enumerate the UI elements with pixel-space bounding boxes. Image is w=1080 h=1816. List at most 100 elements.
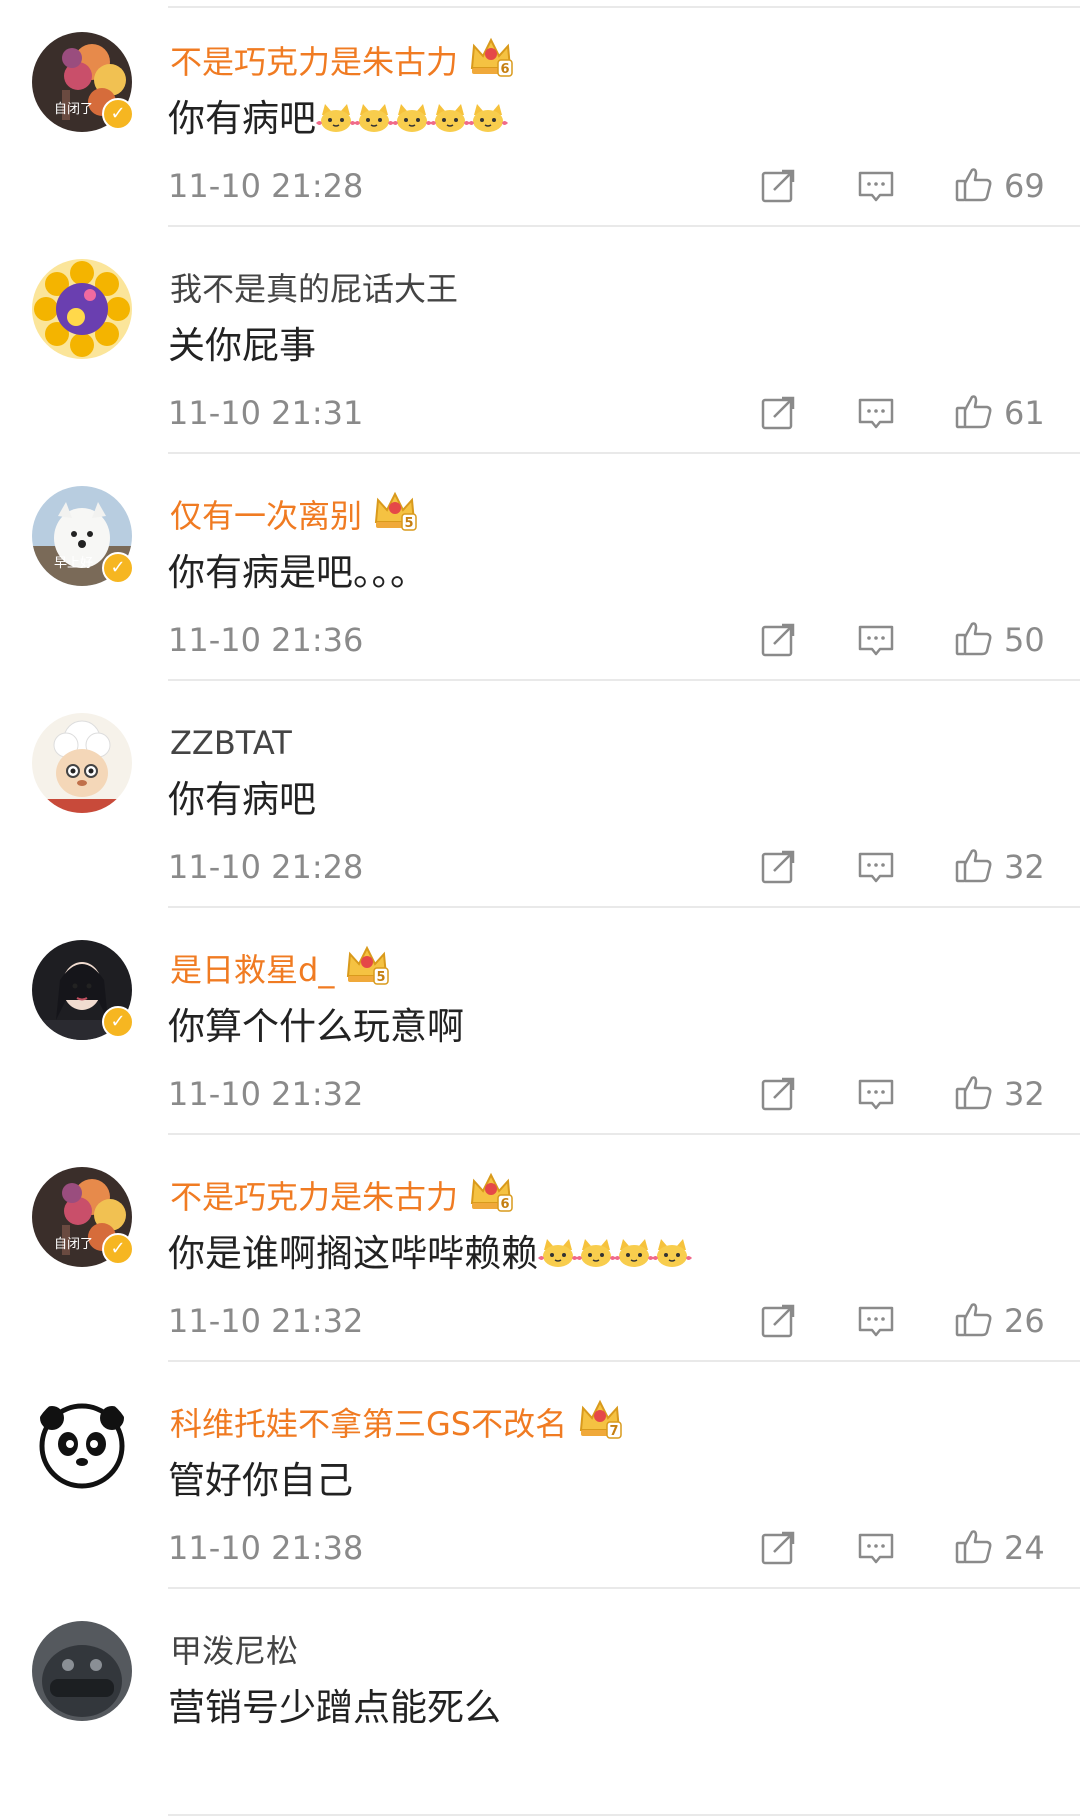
avatar-overlay-text: 早上好 [54, 556, 94, 571]
comment-body: 管好你自己 [168, 1459, 353, 1502]
username-link[interactable]: 不是巧克力是朱古力 [170, 42, 458, 82]
thumbs-up-icon [954, 164, 994, 208]
share-button[interactable] [758, 166, 798, 206]
svg-text:5: 5 [404, 516, 413, 531]
avatar[interactable]: 早上好 ✓ [32, 486, 134, 586]
like-button[interactable]: 69 [954, 166, 1064, 206]
comment-item[interactable]: 甲泼尼松营销号少蹭点能死么 [0, 1589, 1080, 1816]
comment-text: 管好你自己 [168, 1458, 353, 1504]
comment-icon [856, 171, 896, 210]
comment-text: 你有病吧 [168, 777, 316, 823]
verified-badge-icon: ✓ [102, 1006, 134, 1038]
comment-icon [856, 852, 896, 891]
like-button[interactable]: 26 [954, 1301, 1064, 1341]
comment-item[interactable]: 自闭了 ✓ 不是巧克力是朱古力 6 你是谁啊搁这哔哔赖赖 11-10 21:32 26 [0, 1135, 1080, 1362]
cat-emoji-icon [468, 101, 508, 137]
cat-emoji-icon [614, 1236, 654, 1272]
like-button[interactable]: 24 [954, 1528, 1064, 1568]
avatar[interactable] [32, 1394, 132, 1494]
comment-timestamp: 11-10 21:28 [168, 167, 364, 205]
vip-crown-icon: 7 [577, 1396, 623, 1442]
cat-emoji-icon [354, 101, 394, 137]
avatar[interactable] [32, 1621, 132, 1721]
comment-text: 你有病是吧。。。 [168, 550, 427, 596]
comment-icon [856, 1306, 896, 1345]
avatar-image [32, 1394, 132, 1494]
comment-item[interactable]: 自闭了 ✓ 不是巧克力是朱古力 6 你有病吧 11-10 21:28 69 [0, 0, 1080, 227]
verified-badge-icon: ✓ [102, 98, 134, 130]
share-icon [758, 1304, 798, 1345]
comment-item[interactable]: 科维托娃不拿第三GS不改名 7 管好你自己 11-10 21:38 24 [0, 1362, 1080, 1589]
reply-button[interactable] [856, 1301, 896, 1341]
vip-crown-icon: 5 [372, 488, 418, 534]
thumbs-up-icon [954, 1072, 994, 1116]
verified-badge-icon: ✓ [102, 1233, 134, 1265]
emoji-group [316, 101, 508, 137]
comment-text: 营销号少蹭点能死么 [168, 1685, 501, 1731]
thumbs-up-icon [954, 618, 994, 662]
reply-button[interactable] [856, 393, 896, 433]
like-count: 32 [1004, 848, 1045, 886]
avatar[interactable]: ✓ [32, 940, 134, 1040]
comment-text: 关你屁事 [168, 323, 316, 369]
comment-body: 你是谁啊搁这哔哔赖赖 [168, 1232, 538, 1275]
like-count: 32 [1004, 1075, 1045, 1113]
avatar[interactable]: 自闭了 ✓ [32, 1167, 134, 1267]
reply-button[interactable] [856, 1074, 896, 1114]
share-button[interactable] [758, 1301, 798, 1341]
username-link[interactable]: 是日救星d_ [170, 950, 334, 990]
comment-timestamp: 11-10 21:38 [168, 1529, 364, 1567]
share-icon [758, 396, 798, 437]
reply-button[interactable] [856, 1528, 896, 1568]
comment-timestamp: 11-10 21:32 [168, 1075, 364, 1113]
avatar[interactable]: 自闭了 ✓ [32, 32, 134, 132]
share-icon [758, 169, 798, 210]
like-button[interactable]: 32 [954, 1074, 1064, 1114]
comment-item[interactable]: 我不是真的屁话大王 关你屁事 11-10 21:31 61 [0, 227, 1080, 454]
comment-icon [856, 1079, 896, 1118]
comment-body: 你有病吧 [168, 97, 316, 140]
like-count: 61 [1004, 394, 1045, 432]
share-button[interactable] [758, 1074, 798, 1114]
share-button[interactable] [758, 393, 798, 433]
comment-timestamp: 11-10 21:36 [168, 621, 364, 659]
reply-button[interactable] [856, 847, 896, 887]
share-button[interactable] [758, 847, 798, 887]
reply-button[interactable] [856, 166, 896, 206]
username-link[interactable]: 甲泼尼松 [170, 1631, 298, 1671]
share-icon [758, 1531, 798, 1572]
comment-item[interactable]: ✓ 是日救星d_ 5 你算个什么玩意啊 11-10 21:32 32 [0, 908, 1080, 1135]
comment-body: 营销号少蹭点能死么 [168, 1686, 501, 1729]
like-button[interactable]: 61 [954, 393, 1064, 433]
username-link[interactable]: 我不是真的屁话大王 [170, 269, 458, 309]
avatar-image [32, 713, 132, 813]
cat-emoji-icon [538, 1236, 578, 1272]
reply-button[interactable] [856, 620, 896, 660]
comment-item[interactable]: ZZBTAT 你有病吧 11-10 21:28 32 [0, 681, 1080, 908]
share-button[interactable] [758, 620, 798, 660]
comment-item[interactable]: 早上好 ✓ 仅有一次离别 5 你有病是吧。。。 11-10 21:36 50 [0, 454, 1080, 681]
comment-icon [856, 625, 896, 664]
username-link[interactable]: 仅有一次离别 [170, 496, 362, 536]
avatar[interactable] [32, 713, 132, 813]
like-button[interactable]: 50 [954, 620, 1064, 660]
username-link[interactable]: 不是巧克力是朱古力 [170, 1177, 458, 1217]
svg-text:5: 5 [376, 970, 385, 985]
comment-text: 你是谁啊搁这哔哔赖赖 [168, 1231, 692, 1277]
like-button[interactable]: 32 [954, 847, 1064, 887]
share-icon [758, 1077, 798, 1118]
share-icon [758, 623, 798, 664]
vip-crown-icon: 6 [468, 1169, 514, 1215]
username-link[interactable]: ZZBTAT [170, 723, 292, 763]
avatar-overlay-text: 自闭了 [54, 102, 94, 117]
cat-emoji-icon [430, 101, 470, 137]
avatar-image [32, 259, 132, 359]
comment-icon [856, 1533, 896, 1572]
avatar[interactable] [32, 259, 132, 359]
thumbs-up-icon [954, 1299, 994, 1343]
share-button[interactable] [758, 1528, 798, 1568]
share-icon [758, 850, 798, 891]
comment-body: 关你屁事 [168, 324, 316, 367]
username-link[interactable]: 科维托娃不拿第三GS不改名 [170, 1404, 567, 1444]
svg-text:6: 6 [500, 62, 509, 77]
